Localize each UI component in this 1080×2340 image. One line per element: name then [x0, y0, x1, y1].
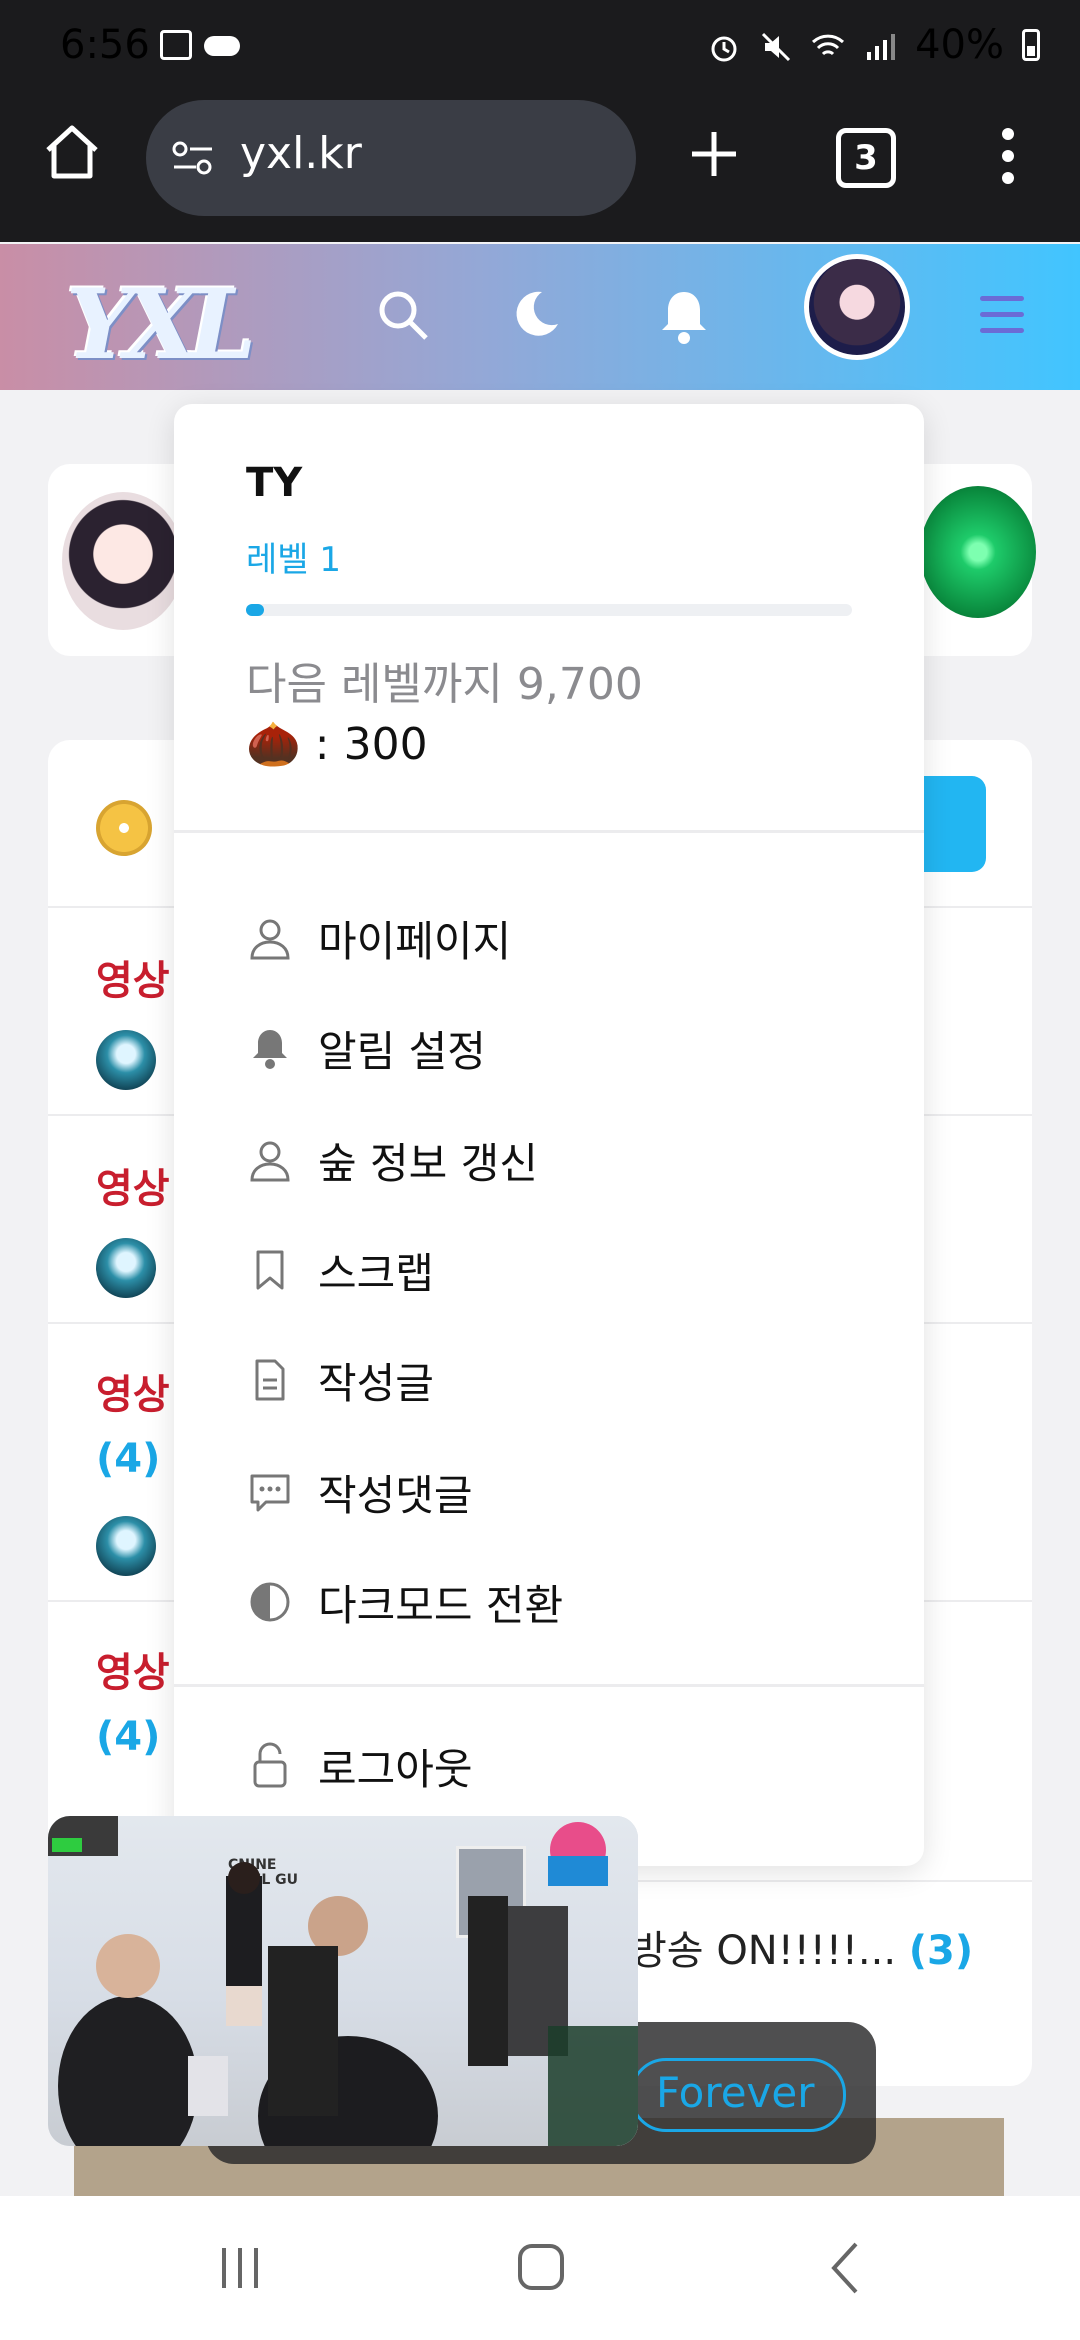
search-icon — [379, 291, 428, 340]
menu-item-label: 로그아웃 — [318, 1744, 473, 1794]
more-icon — [1002, 128, 1014, 140]
bell-icon — [246, 1024, 294, 1072]
comment-count: (3) — [908, 1928, 974, 1974]
moon-icon — [516, 291, 558, 336]
alarm-icon — [707, 28, 741, 62]
browser-menu-button[interactable] — [996, 126, 1020, 186]
post-tag[interactable]: 영상 — [96, 948, 170, 1006]
back-button[interactable] — [826, 2240, 866, 2296]
post-tag[interactable]: 영상 — [96, 1640, 170, 1698]
cd-icon — [96, 800, 152, 856]
signal-icon — [863, 28, 897, 62]
notifications-button[interactable] — [656, 286, 712, 346]
next-level-text: 다음 레벨까지 9,700 — [246, 659, 643, 710]
mute-icon — [759, 28, 793, 62]
wifi-icon — [811, 28, 845, 62]
green-orb-image[interactable] — [920, 486, 1036, 618]
user-icon — [246, 914, 294, 962]
hamburger-menu-button[interactable] — [980, 296, 1024, 336]
address-bar[interactable] — [146, 100, 636, 216]
status-icons: 40% — [707, 22, 1040, 68]
home-icon — [46, 125, 98, 179]
site-logo[interactable]: YXL — [66, 268, 256, 381]
cloud-icon — [204, 36, 240, 56]
menu-item-label: 숲 정보 갱신 — [318, 1138, 538, 1188]
contrast-icon — [246, 1578, 294, 1626]
section-action-button[interactable] — [920, 776, 986, 872]
comment-icon — [246, 1468, 294, 1516]
menu-divider — [174, 1684, 924, 1687]
author-avatar[interactable] — [96, 1030, 156, 1090]
url-text[interactable]: yxl.kr — [240, 128, 362, 179]
menu-item-scrap[interactable]: 스크랩 — [246, 1234, 434, 1306]
forever-label: Forever — [656, 2068, 815, 2117]
menu-item-my-posts[interactable]: 작성글 — [246, 1344, 434, 1416]
menu-item-label: 알림 설정 — [318, 1026, 486, 1076]
user-name: TY — [246, 460, 303, 506]
plus-icon — [692, 132, 736, 176]
menu-item-mypage[interactable]: 마이페이지 — [246, 902, 511, 974]
menu-item-label: 다크모드 전환 — [318, 1580, 564, 1630]
dark-mode-button[interactable] — [506, 286, 562, 342]
home-nav-button[interactable] — [516, 2242, 566, 2292]
post-tag[interactable]: 영상 — [96, 1362, 170, 1420]
battery-icon — [1022, 29, 1040, 61]
post-title[interactable]: 방송 ON!!!!!... (3) — [630, 1918, 973, 1976]
user-icon — [246, 1136, 294, 1184]
bookmark-icon — [246, 1246, 294, 1294]
new-tab-button[interactable] — [686, 126, 742, 182]
comment-count: (4) — [96, 1436, 161, 1482]
battery-percent: 40% — [915, 22, 1004, 68]
post-tag[interactable]: 영상 — [96, 1156, 170, 1214]
acorn-count: 🌰 : 300 — [246, 719, 428, 770]
document-icon — [246, 1356, 294, 1404]
menu-item-label: 작성댓글 — [318, 1470, 473, 1520]
back-icon — [831, 2242, 858, 2294]
search-button[interactable] — [374, 286, 432, 344]
level-progress-bar — [246, 604, 852, 616]
home-square-icon — [518, 2244, 564, 2290]
menu-divider — [174, 830, 924, 833]
menu-item-label: 작성글 — [318, 1358, 434, 1408]
home-button[interactable] — [40, 120, 104, 184]
post-title-text[interactable]: 방송 ON!!!!!... — [630, 1928, 896, 1974]
author-avatar[interactable] — [96, 1516, 156, 1576]
level-progress-fill — [246, 604, 265, 616]
recent-apps-button[interactable] — [216, 2244, 264, 2292]
menu-item-label: 스크랩 — [318, 1248, 434, 1298]
recent-apps-icon — [222, 2248, 258, 2288]
tab-switcher-button[interactable]: 3 — [836, 128, 896, 188]
menu-item-dark-mode[interactable]: 다크모드 전환 — [246, 1566, 563, 1638]
unlock-icon — [246, 1742, 294, 1790]
menu-item-notification-settings[interactable]: 알림 설정 — [246, 1012, 486, 1084]
status-time: 6:56 — [60, 22, 150, 68]
streamer-avatar[interactable] — [62, 492, 184, 630]
gallery-icon — [160, 30, 192, 60]
author-avatar[interactable] — [96, 1238, 156, 1298]
site-settings-icon[interactable] — [170, 140, 216, 176]
bell-icon — [662, 292, 706, 344]
user-level: 레벨 1 — [246, 540, 341, 580]
pip-video-player[interactable]: CNINE CHUL GU — [48, 1816, 638, 2146]
menu-item-forest-refresh[interactable]: 숲 정보 갱신 — [246, 1124, 538, 1196]
user-avatar[interactable] — [804, 254, 910, 360]
menu-item-logout[interactable]: 로그아웃 — [246, 1730, 473, 1802]
menu-item-label: 마이페이지 — [318, 916, 512, 966]
video-people — [48, 1816, 638, 2146]
menu-item-my-comments[interactable]: 작성댓글 — [246, 1456, 473, 1528]
comment-count: (4) — [96, 1714, 161, 1760]
